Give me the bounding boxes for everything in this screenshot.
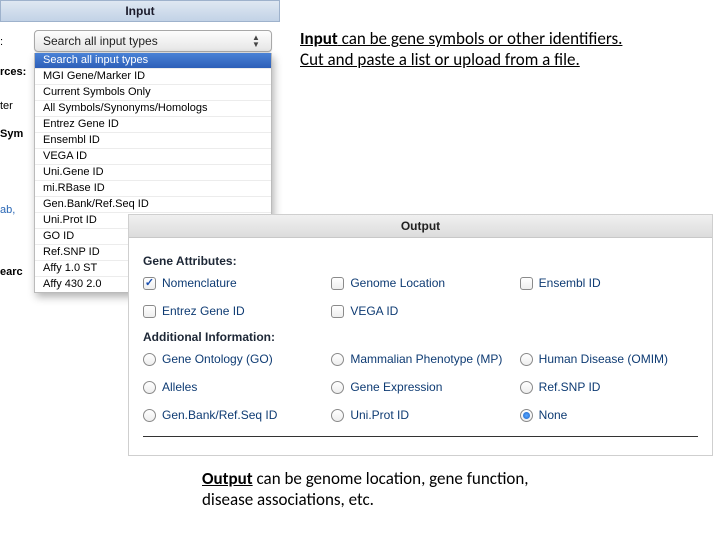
dropdown-option[interactable]: Gen.Bank/Ref.Seq ID (35, 197, 271, 213)
input-caption: Input can be gene symbols or other ident… (300, 28, 700, 71)
radio-icon[interactable] (143, 353, 156, 366)
left-stub-sym: Sym (0, 128, 23, 140)
gene-attribute-option[interactable]: Nomenclature (143, 276, 321, 290)
gene-attribute-option[interactable]: Genome Location (331, 276, 509, 290)
output-caption-rest2: disease associations, etc. (202, 489, 374, 510)
dropdown-option[interactable]: mi.RBase ID (35, 181, 271, 197)
checkbox-icon[interactable] (143, 277, 156, 290)
option-label: Ensembl ID (539, 276, 601, 290)
dropdown-option[interactable]: Current Symbols Only (35, 85, 271, 101)
additional-info-grid: Gene Ontology (GO) Mammalian Phenotype (M… (143, 352, 698, 422)
dropdown-selected-text: Search all input types (43, 34, 158, 48)
checkbox-icon[interactable] (331, 305, 344, 318)
output-panel-header: Output (129, 215, 712, 238)
output-divider (143, 436, 698, 437)
left-stub-ter: ter (0, 100, 13, 112)
additional-info-option[interactable]: Ref.SNP ID (520, 380, 698, 394)
option-label: Gene Expression (350, 380, 442, 394)
output-caption: Output can be genome location, gene func… (202, 468, 642, 511)
input-caption-rest2: Cut and paste a list or upload from a fi… (300, 49, 580, 70)
option-label: Gene Ontology (GO) (162, 352, 273, 366)
dropdown-option[interactable]: Ensembl ID (35, 133, 271, 149)
option-label: Nomenclature (162, 276, 237, 290)
radio-icon[interactable] (331, 381, 344, 394)
additional-info-option[interactable]: Mammalian Phenotype (MP) (331, 352, 509, 366)
dropdown-option[interactable]: Entrez Gene ID (35, 117, 271, 133)
gene-attributes-label: Gene Attributes: (143, 254, 698, 268)
radio-icon[interactable] (520, 353, 533, 366)
input-type-dropdown[interactable]: Search all input types ▲▼ (34, 30, 272, 52)
option-label: None (539, 408, 568, 422)
input-panel: Input (0, 0, 280, 22)
gene-attribute-option[interactable]: Ensembl ID (520, 276, 698, 290)
radio-icon[interactable] (520, 409, 533, 422)
option-label: Gen.Bank/Ref.Seq ID (162, 408, 277, 422)
checkbox-icon[interactable] (331, 277, 344, 290)
additional-info-option[interactable]: Gen.Bank/Ref.Seq ID (143, 408, 321, 422)
gene-attribute-option[interactable]: VEGA ID (331, 304, 509, 318)
dropdown-option[interactable]: Uni.Gene ID (35, 165, 271, 181)
updown-arrows-icon: ▲▼ (249, 34, 263, 48)
radio-icon[interactable] (520, 381, 533, 394)
output-caption-rest1: can be genome location, gene function, (253, 468, 529, 489)
input-panel-header: Input (0, 0, 280, 22)
option-label: Human Disease (OMIM) (539, 352, 668, 366)
checkbox-icon[interactable] (143, 305, 156, 318)
left-stub-rces: rces: (0, 66, 26, 78)
option-label: Genome Location (350, 276, 445, 290)
radio-icon[interactable] (331, 353, 344, 366)
additional-info-option[interactable]: Gene Expression (331, 380, 509, 394)
additional-info-option[interactable]: None (520, 408, 698, 422)
input-caption-rest1: can be gene symbols or other identifiers… (338, 28, 623, 49)
output-caption-lead: Output (202, 468, 253, 489)
option-label: Mammalian Phenotype (MP) (350, 352, 502, 366)
option-label: Entrez Gene ID (162, 304, 245, 318)
radio-icon[interactable] (331, 409, 344, 422)
option-label: Alleles (162, 380, 197, 394)
radio-icon[interactable] (143, 409, 156, 422)
dropdown-option[interactable]: MGI Gene/Marker ID (35, 69, 271, 85)
left-stub-ab: ab, (0, 204, 15, 216)
gene-attributes-grid: Nomenclature Genome Location Ensembl ID Ent… (143, 276, 698, 318)
left-stub-colon: : (0, 36, 3, 48)
output-panel: Output Gene Attributes: Nomenclature Geno… (128, 214, 713, 456)
additional-info-option[interactable]: Alleles (143, 380, 321, 394)
additional-info-option[interactable]: Human Disease (OMIM) (520, 352, 698, 366)
left-stub-earc: earc (0, 266, 23, 278)
checkbox-icon[interactable] (520, 277, 533, 290)
radio-icon[interactable] (143, 381, 156, 394)
output-body: Gene Attributes: Nomenclature Genome Loca… (129, 238, 712, 455)
option-label: Ref.SNP ID (539, 380, 601, 394)
option-label: Uni.Prot ID (350, 408, 409, 422)
additional-info-option[interactable]: Gene Ontology (GO) (143, 352, 321, 366)
additional-info-label: Additional Information: (143, 330, 698, 344)
dropdown-option[interactable]: VEGA ID (35, 149, 271, 165)
input-caption-lead: Input (300, 28, 338, 49)
dropdown-option[interactable]: Search all input types (35, 53, 271, 69)
additional-info-option[interactable]: Uni.Prot ID (331, 408, 509, 422)
dropdown-option[interactable]: All Symbols/Synonyms/Homologs (35, 101, 271, 117)
option-label: VEGA ID (350, 304, 398, 318)
gene-attribute-option[interactable]: Entrez Gene ID (143, 304, 321, 318)
